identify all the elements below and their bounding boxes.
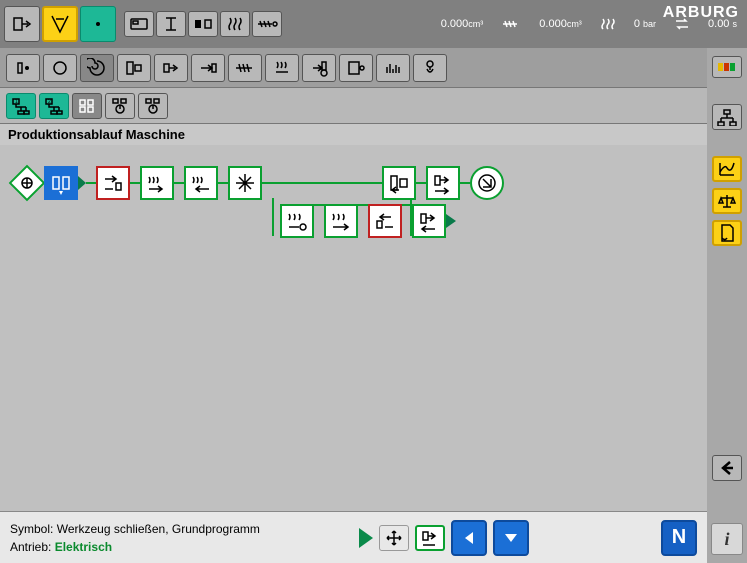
- node-start[interactable]: [9, 165, 46, 202]
- tb-thermo-button[interactable]: [302, 54, 336, 82]
- card-icon-button[interactable]: [124, 11, 154, 37]
- tab-grid-button[interactable]: [72, 93, 102, 119]
- arrow-marker: [78, 166, 86, 200]
- heat-icon-button[interactable]: [220, 11, 250, 37]
- readout-screw-icon: [501, 18, 521, 30]
- main-area: [0, 156, 707, 511]
- screw-icon-button[interactable]: [252, 11, 282, 37]
- tb-record-button[interactable]: [6, 54, 40, 82]
- rail-back-button[interactable]: [712, 455, 742, 481]
- nav-n-button[interactable]: N: [661, 520, 697, 556]
- tb-temp-button[interactable]: [265, 54, 299, 82]
- rail-doc-button[interactable]: [712, 220, 742, 246]
- brand-logo: ARBURG: [663, 4, 739, 22]
- drive-label: Antrieb:: [10, 540, 51, 554]
- node-merge[interactable]: [412, 204, 446, 238]
- info-i-button[interactable]: [156, 11, 186, 37]
- node-mold-close[interactable]: [44, 166, 78, 200]
- tb-eject-button[interactable]: [154, 54, 188, 82]
- rail-info-button[interactable]: i: [711, 523, 743, 555]
- rail-colors-button[interactable]: [712, 56, 742, 78]
- bottom-controls: N: [359, 520, 697, 556]
- nav-down-button[interactable]: [493, 520, 529, 556]
- tab-flow1-button[interactable]: 1: [6, 93, 36, 119]
- mode-manual-button[interactable]: [42, 6, 78, 42]
- top-bar: 0.000cm³ 0.000cm³ 0 bar 0.00 s ARBURG: [0, 0, 747, 48]
- tb-circle-button[interactable]: [43, 54, 77, 82]
- node-decompression[interactable]: [324, 204, 358, 238]
- tb-spiral-button[interactable]: [80, 54, 114, 82]
- toolbar-secondary: 1 2: [0, 88, 747, 124]
- tab-flow2-button[interactable]: 2: [39, 93, 69, 119]
- node-injection[interactable]: [140, 166, 174, 200]
- tb-robot-button[interactable]: [413, 54, 447, 82]
- readout-1: 0.000cm³: [441, 18, 484, 30]
- readout-heat-icon: [600, 17, 616, 31]
- node-cycle-end[interactable]: [470, 166, 504, 200]
- tb-clamp-button[interactable]: [117, 54, 151, 82]
- node-nozzle-back[interactable]: [368, 204, 402, 238]
- tab-power1-button[interactable]: [105, 93, 135, 119]
- node-hold[interactable]: [184, 166, 218, 200]
- rail-chart-button[interactable]: [712, 156, 742, 182]
- flow-diagram: [6, 162, 701, 242]
- page-title: Produktionsablauf Maschine: [0, 124, 747, 145]
- play-icon[interactable]: [359, 524, 373, 552]
- right-rail: i: [707, 48, 747, 563]
- mold-icon-button[interactable]: [188, 11, 218, 37]
- node-cool[interactable]: [228, 166, 262, 200]
- symbol-label: Symbol:: [10, 522, 53, 536]
- tb-bars-button[interactable]: [376, 54, 410, 82]
- node-dosing[interactable]: [280, 204, 314, 238]
- symbol-value: Werkzeug schließen, Grundprogramm: [57, 522, 260, 536]
- readout-3: 0 bar: [634, 18, 656, 30]
- bottom-bar: Symbol: Werkzeug schließen, Grundprogram…: [0, 511, 707, 563]
- node-eject-back[interactable]: [382, 166, 416, 200]
- readout-2: 0.000cm³: [539, 18, 582, 30]
- status-text: Symbol: Werkzeug schließen, Grundprogram…: [10, 520, 260, 556]
- tab-power2-button[interactable]: [138, 93, 168, 119]
- nav-left-button[interactable]: [451, 520, 487, 556]
- toolbar-main: [0, 48, 747, 88]
- rail-tree-button[interactable]: [712, 104, 742, 130]
- node-nozzle-fwd[interactable]: [96, 166, 130, 200]
- flow-branch: [244, 204, 697, 238]
- node-eject-fwd[interactable]: [426, 166, 460, 200]
- select-node-button[interactable]: [415, 525, 445, 551]
- tb-screw-button[interactable]: [228, 54, 262, 82]
- tb-nozzle-button[interactable]: [191, 54, 225, 82]
- move-icon-button[interactable]: [379, 525, 409, 551]
- mode-home-button[interactable]: [4, 6, 40, 42]
- mode-auto-button[interactable]: [80, 6, 116, 42]
- rail-balance-button[interactable]: [712, 188, 742, 214]
- tb-ctrl-button[interactable]: [339, 54, 373, 82]
- drive-value: Elektrisch: [55, 540, 112, 554]
- branch-arrow: [446, 204, 456, 238]
